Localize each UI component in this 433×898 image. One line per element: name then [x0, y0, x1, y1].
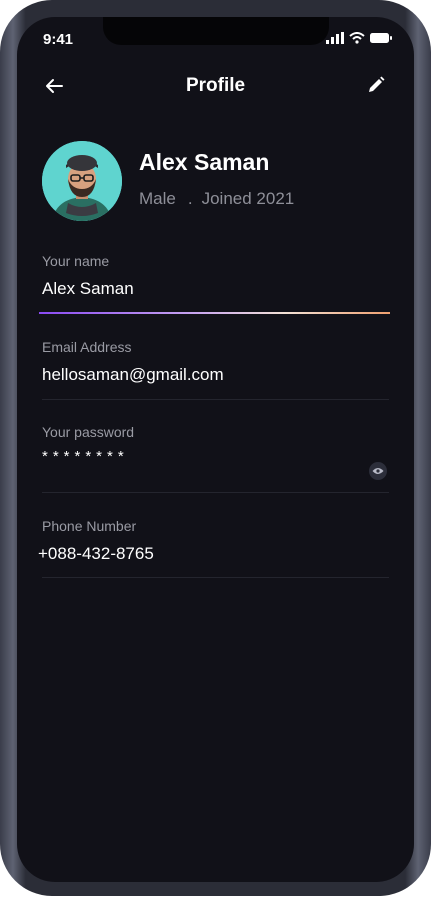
email-field-underline — [42, 399, 389, 400]
page-title: Profile — [185, 75, 246, 96]
email-field[interactable]: Email Address hellosaman@gmail.com — [42, 339, 389, 385]
battery-icon — [370, 33, 392, 43]
profile-joined: Joined 2021 — [201, 189, 295, 208]
name-field-label: Your name — [42, 253, 110, 269]
meta-separator: . — [187, 189, 193, 208]
profile-name: Alex Saman — [139, 149, 270, 175]
avatar — [42, 141, 122, 221]
profile-meta: Male. Joined 2021 — [139, 189, 294, 209]
status-icons — [326, 32, 392, 44]
name-field-underline — [39, 312, 390, 314]
status-time: 9:41 — [43, 31, 74, 48]
name-field-value[interactable]: Alex Saman — [42, 279, 389, 299]
toggle-password-visibility-button[interactable] — [369, 462, 387, 480]
signal-icon — [326, 32, 344, 44]
avatar-image — [42, 141, 122, 221]
screen: 9:41 Profile Alex Saman Male . Joined 20… — [17, 17, 414, 882]
phone-field-label: Phone Number — [42, 518, 137, 534]
email-field-value[interactable]: hellosaman@gmail.com — [42, 365, 389, 385]
phone-frame: 9:41 Profile Alex Saman Male . Joined 20… — [0, 0, 431, 896]
password-field-value[interactable]: ******** — [42, 448, 389, 465]
eye-icon — [372, 468, 384, 474]
email-field-label: Email Address — [42, 339, 132, 355]
notch — [103, 17, 329, 45]
edit-pencil-icon[interactable] — [366, 75, 386, 95]
phone-field-underline — [42, 577, 389, 578]
password-field-label: Your password — [42, 424, 135, 440]
wifi-icon — [349, 32, 365, 44]
password-field-underline — [42, 492, 389, 493]
phone-field-value[interactable]: +088-432-8765 — [38, 544, 385, 564]
phone-field[interactable]: Phone Number +088-432-8765 — [38, 518, 385, 564]
password-field[interactable]: Your password ******** — [42, 424, 389, 465]
profile-gender: Male — [139, 189, 176, 208]
name-field[interactable]: Your name Alex Saman — [42, 253, 389, 299]
